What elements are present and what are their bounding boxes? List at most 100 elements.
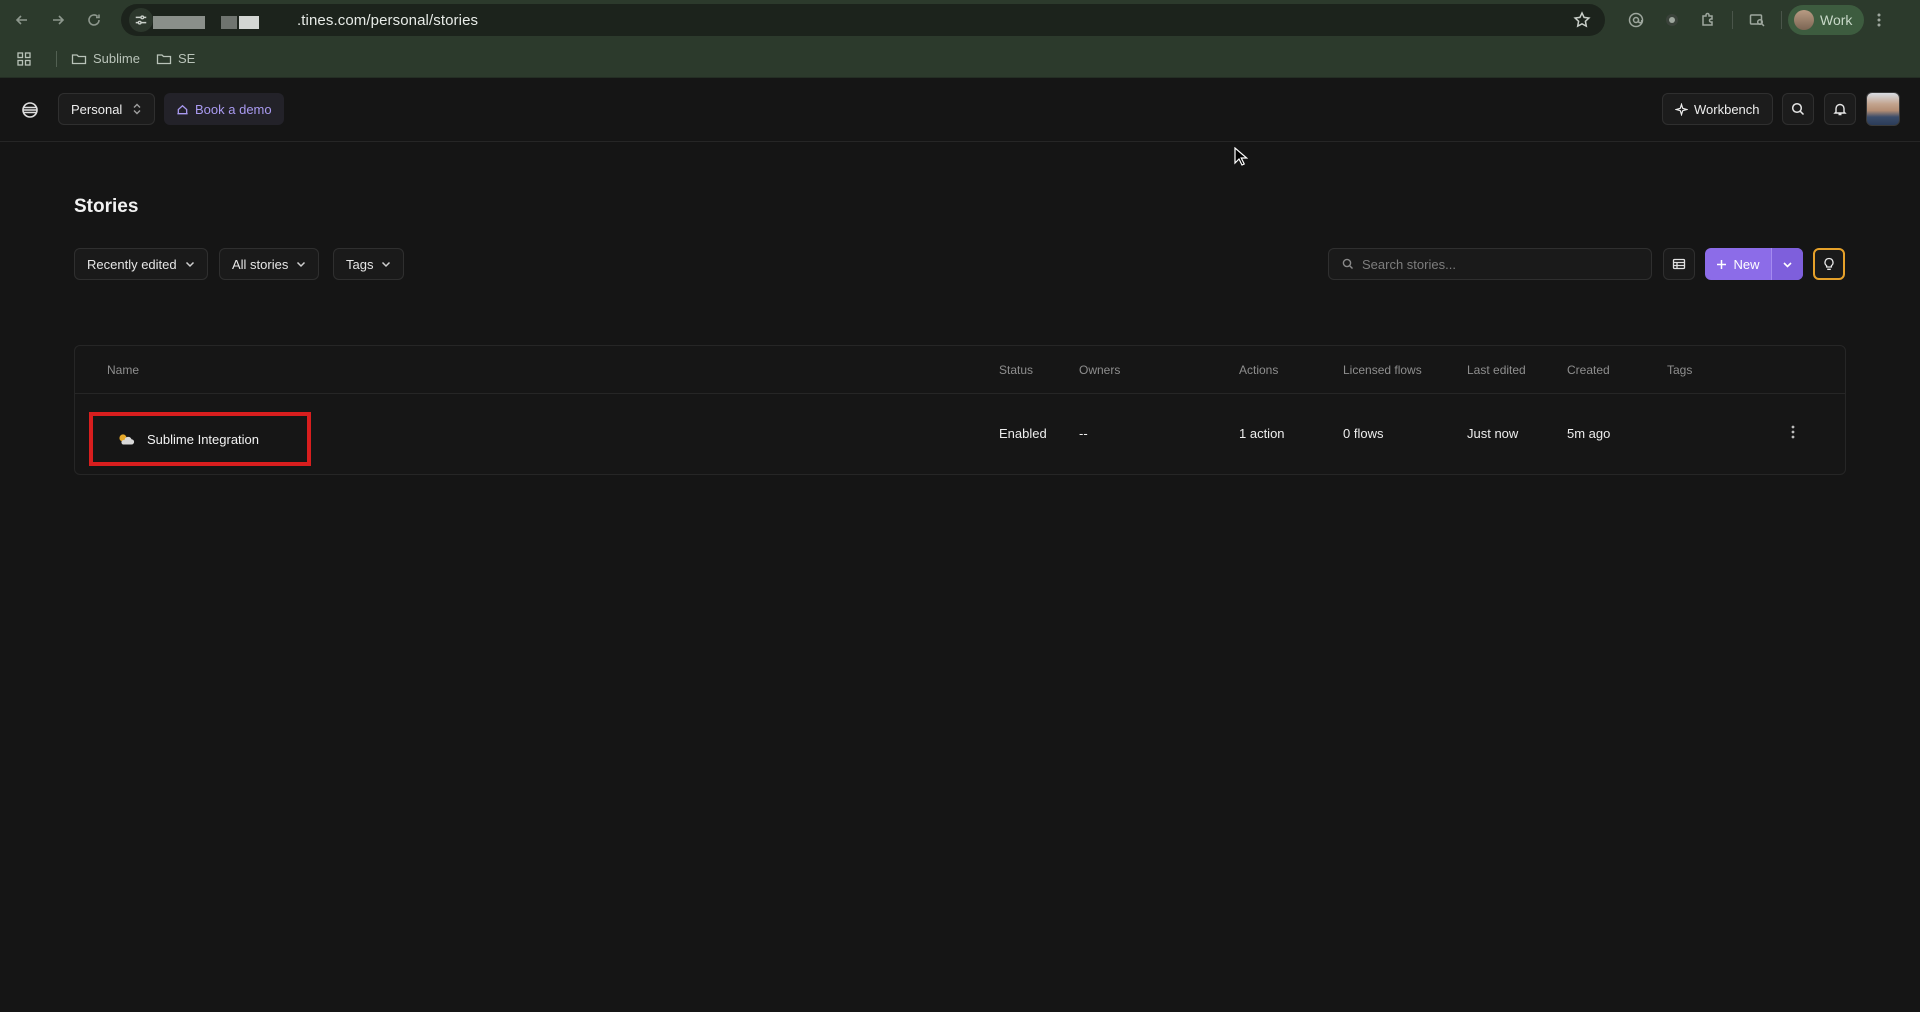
chevron-up-down-icon: [133, 103, 141, 115]
chevron-down-icon: [185, 261, 194, 268]
extensions-button[interactable]: [1690, 4, 1726, 36]
story-owners: --: [1079, 426, 1088, 441]
search-input[interactable]: [1362, 256, 1651, 272]
header-tags[interactable]: Tags: [1667, 363, 1692, 377]
header-name[interactable]: Name: [107, 363, 139, 377]
story-last-edited: Just now: [1467, 426, 1519, 441]
bookmark-folder-sublime[interactable]: Sublime: [71, 51, 140, 67]
bookmark-folder-se[interactable]: SE: [156, 51, 195, 67]
header-actions[interactable]: Actions: [1239, 363, 1278, 377]
workbench-label: Workbench: [1694, 101, 1760, 117]
divider: [56, 50, 57, 67]
more-vertical-icon: [1877, 13, 1881, 27]
folder-icon: [156, 53, 172, 64]
search-icon: [1791, 102, 1805, 116]
redacted-text: [153, 16, 205, 29]
scope-label: All stories: [232, 256, 289, 272]
forward-button[interactable]: [40, 0, 76, 40]
mouse-cursor-icon: [1234, 147, 1248, 166]
workspace-label: Personal: [71, 101, 123, 117]
page-title: Stories: [74, 196, 139, 217]
story-name-cell[interactable]: Sublime Integration: [89, 412, 311, 466]
toolbar-extensions: Work: [1618, 4, 1894, 36]
story-actions: 1 action: [1239, 426, 1285, 441]
reload-button[interactable]: [76, 0, 112, 40]
new-options-button[interactable]: [1771, 248, 1803, 280]
tips-button[interactable]: [1813, 248, 1845, 280]
search-button[interactable]: [1782, 93, 1814, 125]
extension-button[interactable]: [1654, 4, 1690, 36]
chevron-down-icon: [297, 261, 306, 268]
story-licensed-flows: 0 flows: [1343, 426, 1384, 441]
apps-button[interactable]: [16, 51, 32, 67]
more-vertical-icon: [1791, 425, 1795, 439]
apps-grid-icon: [17, 51, 31, 66]
tune-icon: [135, 15, 147, 25]
row-menu-button[interactable]: [1783, 422, 1803, 442]
plus-icon: [1717, 259, 1727, 269]
url-text: .tines.com/personal/stories: [297, 12, 479, 29]
folder-icon: [71, 53, 87, 64]
tags-label: Tags: [346, 256, 374, 272]
home-icon: [177, 104, 188, 114]
redacted-text: [239, 16, 259, 29]
tab-search-button[interactable]: [1739, 4, 1775, 36]
sparkle-icon: [1675, 102, 1688, 116]
search-icon: [1342, 258, 1353, 269]
notifications-button[interactable]: [1824, 93, 1856, 125]
scope-dropdown[interactable]: All stories: [219, 248, 320, 280]
workspace-switcher[interactable]: Personal: [58, 93, 156, 125]
redacted-text: [221, 16, 237, 29]
profile-button[interactable]: Work: [1788, 5, 1865, 35]
bookmark-label: SE: [177, 51, 196, 66]
puzzle-icon: [1702, 12, 1713, 26]
browser-toolbar: .tines.com/personal/stories Work: [0, 0, 1920, 40]
browser-menu-button[interactable]: [1864, 4, 1894, 36]
header-owners[interactable]: Owners: [1079, 363, 1120, 377]
at-sign-icon: [1628, 12, 1644, 28]
header-licensed-flows[interactable]: Licensed flows: [1343, 363, 1422, 377]
view-toggle-button[interactable]: [1663, 248, 1695, 280]
profile-label: Work: [1820, 12, 1853, 28]
lightbulb-icon: [1824, 257, 1834, 270]
arrow-left-icon: [15, 15, 27, 25]
back-button[interactable]: [4, 0, 40, 40]
divider: [1781, 11, 1782, 29]
reload-icon: [88, 14, 100, 26]
chevron-down-icon: [1783, 261, 1792, 268]
arrow-right-icon: [53, 15, 65, 25]
sort-label: Recently edited: [87, 256, 177, 272]
table-header: Name Status Owners Actions Licensed flow…: [75, 346, 1845, 394]
workbench-button[interactable]: Workbench: [1662, 93, 1773, 125]
tags-dropdown[interactable]: Tags: [333, 248, 405, 280]
tab-search-icon: [1749, 14, 1765, 27]
book-demo-button[interactable]: Book a demo: [164, 93, 284, 125]
sort-dropdown[interactable]: Recently edited: [74, 248, 208, 280]
app-header: Personal Book a demo Workbench: [0, 78, 1920, 142]
bookmark-label: Sublime: [93, 51, 140, 66]
tines-logo-icon[interactable]: [20, 100, 40, 120]
bookmarks-bar: Sublime SE: [0, 40, 1920, 78]
partly-cloudy-icon: [119, 434, 135, 445]
address-bar[interactable]: .tines.com/personal/stories: [121, 4, 1605, 36]
story-created: 5m ago: [1567, 426, 1611, 441]
table-row[interactable]: Sublime Integration Enabled -- 1 action …: [75, 394, 1845, 475]
new-story-split-button: New: [1705, 248, 1803, 280]
search-stories: [1328, 248, 1652, 280]
site-info-button[interactable]: [129, 8, 153, 32]
stories-table: Name Status Owners Actions Licensed flow…: [74, 345, 1846, 475]
header-created[interactable]: Created: [1567, 363, 1610, 377]
new-label: New: [1733, 256, 1760, 272]
star-icon[interactable]: [1573, 11, 1591, 29]
bell-icon: [1833, 103, 1847, 116]
user-avatar[interactable]: [1866, 92, 1900, 126]
divider: [1732, 11, 1733, 29]
book-demo-label: Book a demo: [195, 101, 272, 117]
header-last-edited[interactable]: Last edited: [1467, 363, 1526, 377]
table-view-icon: [1672, 258, 1686, 270]
header-status[interactable]: Status: [999, 363, 1033, 377]
story-name[interactable]: Sublime Integration: [147, 432, 259, 447]
new-story-button[interactable]: New: [1705, 248, 1771, 280]
story-status: Enabled: [999, 426, 1047, 441]
extension-button[interactable]: [1618, 4, 1654, 36]
